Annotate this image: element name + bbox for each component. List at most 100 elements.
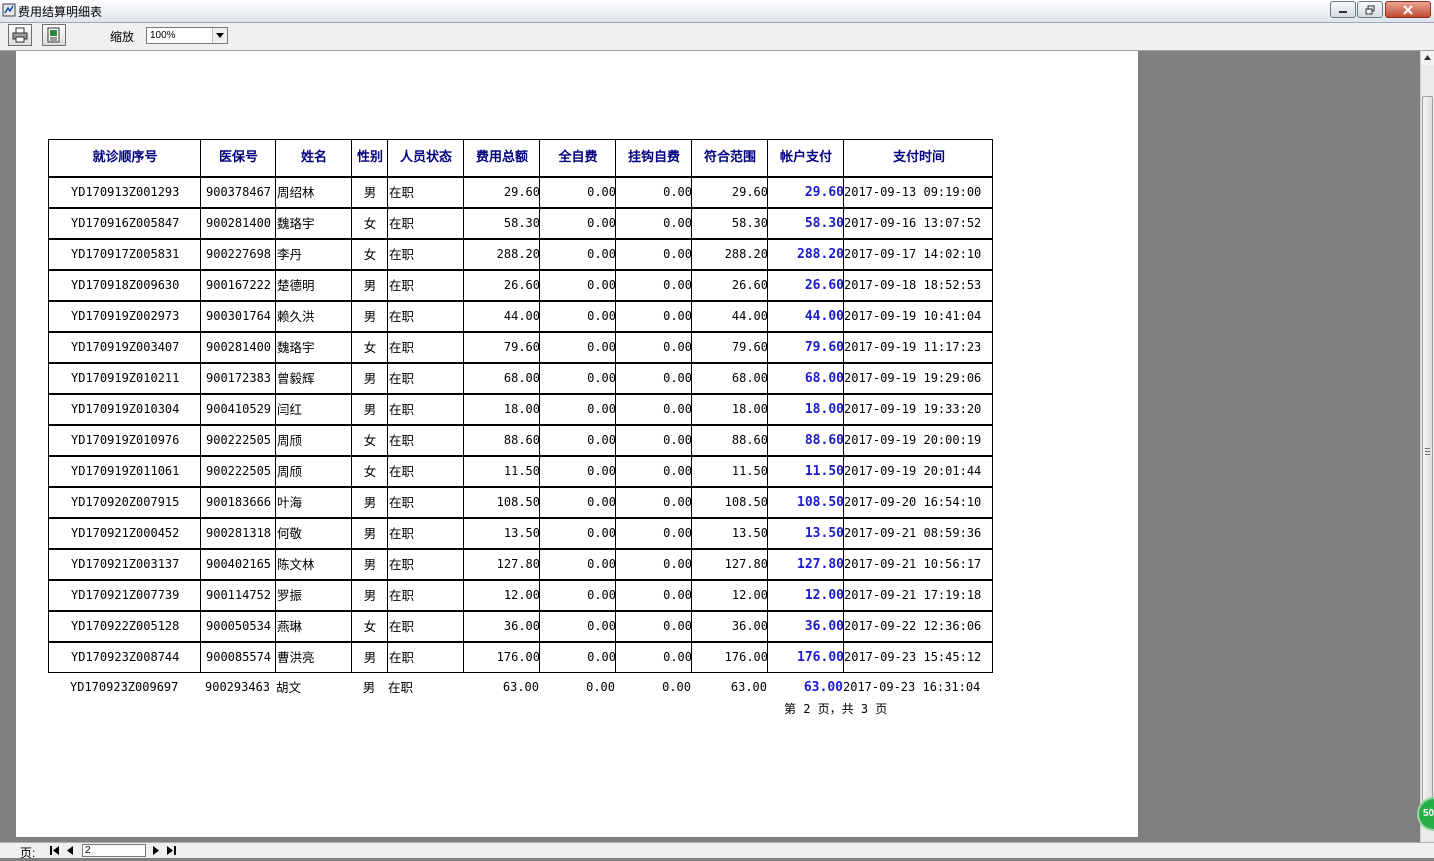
cell-pay-time: 2017-09-19 19:33:20 (844, 402, 982, 416)
cell-linked-self-pay: 0.00 (663, 526, 692, 540)
cell-linked-self-pay: 0.00 (663, 495, 692, 509)
cell-insurance-no: 900378467 (206, 185, 272, 199)
column-divider (351, 302, 352, 331)
cell-linked-self-pay: 0.00 (663, 371, 692, 385)
page-number-input[interactable]: 2 (82, 844, 146, 857)
cell-self-pay: 0.00 (587, 588, 616, 602)
first-page-icon[interactable] (48, 844, 61, 857)
cell-in-scope: 79.60 (731, 340, 768, 354)
column-divider (539, 240, 540, 269)
cell-status: 在职 (389, 588, 415, 603)
cell-status: 在职 (389, 371, 415, 386)
restore-button[interactable] (1357, 1, 1383, 18)
column-divider (463, 302, 464, 331)
column-divider (539, 643, 540, 672)
table-row: YD170921Z003137 900402165 陈文林 男在职 127.80 0.00… (48, 549, 993, 580)
column-divider (463, 550, 464, 579)
vertical-scrollbar[interactable] (1420, 51, 1434, 842)
col-header-in-scope: 符合范围 (703, 150, 756, 165)
column-divider (200, 519, 201, 548)
scroll-thumb[interactable] (1422, 96, 1433, 802)
cell-status: 在职 (389, 216, 415, 231)
column-divider (200, 643, 201, 672)
column-divider (351, 209, 352, 238)
cell-pay-time: 2017-09-19 19:29:06 (844, 371, 982, 385)
cell-sex: 男 (363, 526, 377, 541)
cell-self-pay: 0.00 (587, 278, 616, 292)
cell-status: 在职 (389, 340, 415, 355)
column-divider (351, 612, 352, 641)
column-divider (691, 395, 692, 424)
cell-self-pay: 0.00 (587, 557, 616, 571)
cell-pay-time: 2017-09-16 13:07:52 (844, 216, 982, 230)
zoom-select[interactable]: 100% (146, 27, 228, 44)
next-page-icon[interactable] (150, 844, 163, 857)
column-divider (463, 209, 464, 238)
column-divider (767, 643, 768, 672)
column-divider (200, 426, 201, 455)
column-divider (275, 581, 276, 610)
column-header-row: 就诊顺序号 医保号 姓名 性别 人员状态 费用总额 全自费 挂钩自费 符合范围 帐户支付 支付时间 (48, 139, 993, 177)
column-divider (767, 550, 768, 579)
column-divider (275, 209, 276, 238)
cell-insurance-no: 900410529 (206, 402, 272, 416)
print-button[interactable] (8, 24, 32, 46)
cell-self-pay: 0.00 (587, 309, 616, 323)
table-row: YD170922Z005128 900050534 燕琳 女在职 36.00 0.00 0.… (48, 611, 993, 642)
cell-account-pay: 12.00 (804, 588, 844, 603)
cell-in-scope: 44.00 (731, 309, 768, 323)
column-divider (843, 643, 844, 672)
table-row: YD170921Z007739 900114752 罗振 男在职 12.00 0.00 0.… (48, 580, 993, 611)
last-page-icon[interactable] (165, 844, 178, 857)
zoom-dropdown-button[interactable] (212, 28, 227, 43)
cell-in-scope: 108.50 (724, 495, 768, 509)
cell-total: 58.30 (503, 216, 540, 230)
scroll-up-button[interactable] (1421, 51, 1434, 65)
prev-page-icon[interactable] (63, 844, 76, 857)
close-button[interactable] (1385, 1, 1431, 18)
cell-status: 在职 (389, 433, 415, 448)
column-divider (843, 581, 844, 610)
cell-sex: 女 (363, 433, 377, 448)
column-divider (463, 581, 464, 610)
column-divider (200, 364, 201, 393)
column-divider (275, 364, 276, 393)
cell-total: 88.60 (503, 433, 540, 447)
column-divider (691, 240, 692, 269)
cell-name: 曾毅辉 (277, 371, 315, 386)
export-button[interactable] (42, 24, 66, 46)
chevron-down-icon (216, 33, 224, 38)
cell-sex: 男 (362, 680, 376, 695)
cell-sex: 男 (363, 371, 377, 386)
cell-in-scope: 68.00 (731, 371, 768, 385)
column-divider (767, 302, 768, 331)
restore-icon (1365, 5, 1375, 14)
cell-insurance-no: 900301764 (206, 309, 272, 323)
minimize-button[interactable] (1330, 1, 1356, 18)
column-divider (275, 140, 276, 176)
cell-total: 36.00 (503, 619, 540, 633)
column-divider (843, 333, 844, 362)
column-divider (539, 426, 540, 455)
column-divider (691, 333, 692, 362)
col-header-insurance-no: 医保号 (218, 150, 258, 165)
cell-visit-no: YD170921Z000452 (71, 526, 180, 540)
cell-name: 陈文林 (277, 557, 315, 572)
cell-sex: 女 (363, 464, 377, 479)
status-bar: 页: 2 (0, 842, 1434, 860)
column-divider (275, 395, 276, 424)
cell-in-scope: 13.50 (731, 526, 768, 540)
column-divider (539, 333, 540, 362)
column-divider (767, 271, 768, 300)
cell-pay-time: 2017-09-19 11:17:23 (844, 340, 982, 354)
column-divider (200, 178, 201, 207)
zoom-label: 缩放 (110, 30, 135, 44)
column-divider (351, 395, 352, 424)
column-divider (691, 457, 692, 486)
column-divider (539, 364, 540, 393)
cell-account-pay: 63.00 (803, 680, 843, 695)
cell-sex: 男 (363, 588, 377, 603)
cell-visit-no: YD170923Z008744 (71, 650, 180, 664)
cell-in-scope: 18.00 (731, 402, 768, 416)
column-divider (387, 333, 388, 362)
